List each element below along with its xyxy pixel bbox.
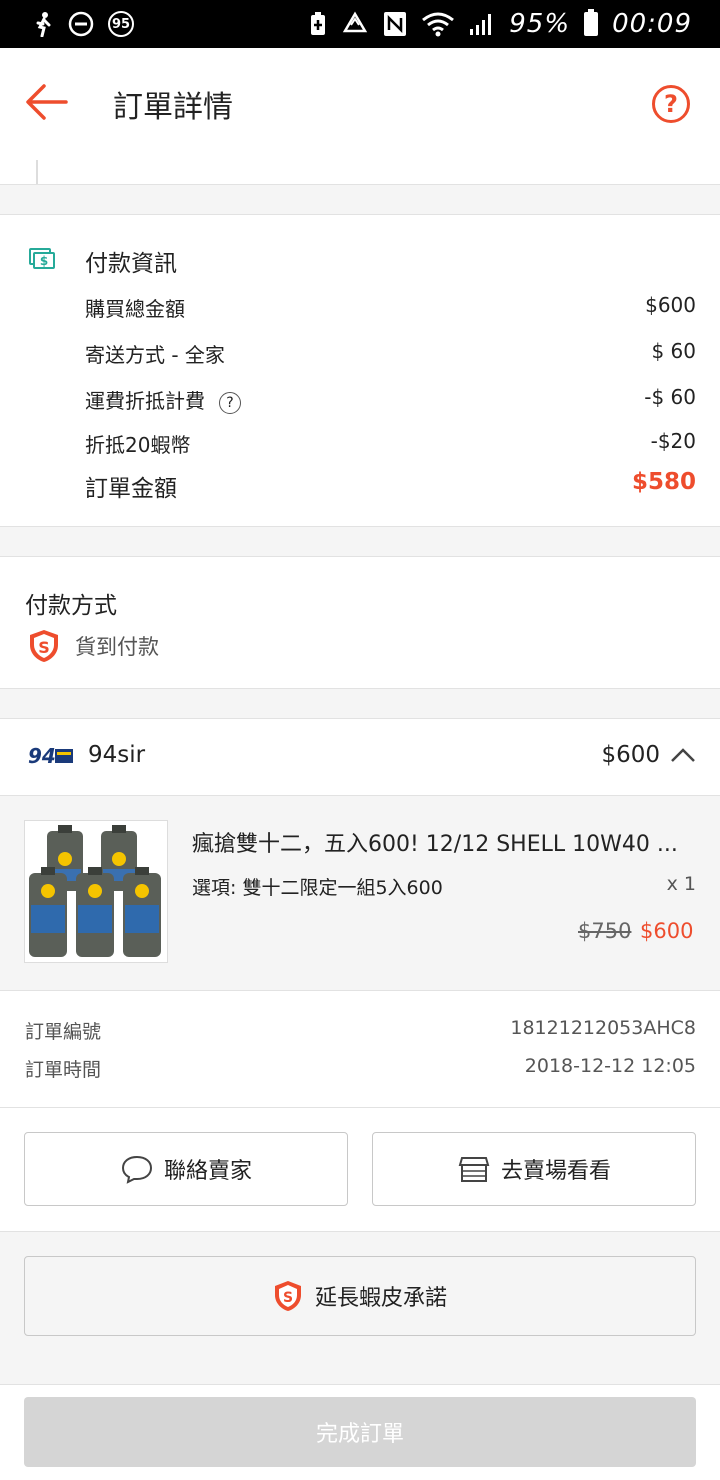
order-total-row: 訂單金額 $580 <box>85 469 696 503</box>
visit-shop-button[interactable]: 去賣場看看 <box>372 1132 696 1206</box>
battery-saver-icon <box>311 12 326 35</box>
payment-row: 購買總金額 $600 <box>85 293 696 322</box>
store-icon <box>458 1157 490 1182</box>
product-name[interactable]: 瘋搶雙十二，五入600! 12/12 SHELL 10W40 ... <box>192 826 697 858</box>
payment-row-value: $600 <box>645 293 696 317</box>
app-bar: 訂單詳情 ? <box>0 48 720 160</box>
payment-row-label: 運費折抵計費 <box>85 389 205 413</box>
product-item[interactable]: 瘋搶雙十二，五入600! 12/12 SHELL 10W40 ... 選項: 雙… <box>0 796 720 990</box>
timeline-line <box>36 160 38 184</box>
battery-percent: 95% <box>509 9 571 39</box>
chat-icon <box>121 1155 152 1184</box>
product-original-price: $750 <box>578 919 632 943</box>
minus-circle-icon <box>68 11 94 37</box>
payment-method-label: 貨到付款 <box>75 635 159 659</box>
action-buttons-section: 聯絡賣家 去賣場看看 <box>0 1108 720 1232</box>
payment-info-section: $ 付款資訊 購買總金額 $600 寄送方式 - 全家 $ 60 運費折抵計費?… <box>0 214 720 527</box>
payment-row-value: -$20 <box>650 429 696 453</box>
product-quantity: x 1 <box>666 873 696 895</box>
svg-text:S: S <box>38 638 50 657</box>
status-left: 95 <box>34 11 134 37</box>
payment-row-value: -$ 60 <box>644 385 696 409</box>
order-row-label: 訂單時間 <box>25 1059 102 1081</box>
order-row: 訂單時間 2018-12-12 12:05 <box>25 1055 696 1082</box>
payment-row: 折抵20蝦幣 -$20 <box>85 429 696 458</box>
payment-method-title: 付款方式 <box>25 593 117 619</box>
payment-row: 運費折抵計費? -$ 60 <box>85 385 696 414</box>
previous-section <box>0 160 720 185</box>
order-row: 訂單編號 18121212053AHC8 <box>25 1017 696 1044</box>
payment-row-label: 折抵20蝦幣 <box>85 433 191 457</box>
money-icon: $ <box>29 248 55 269</box>
order-info-section: 訂單編號 18121212053AHC8 訂單時間 2018-12-12 12:… <box>0 990 720 1108</box>
contact-seller-button[interactable]: 聯絡賣家 <box>24 1132 348 1206</box>
visit-shop-label: 去賣場看看 <box>500 1159 611 1184</box>
person-walking-icon <box>36 12 51 37</box>
shopee-guarantee-icon: S <box>274 1281 301 1311</box>
payment-row-label: 購買總金額 <box>85 297 185 321</box>
extend-guarantee-label: 延長蝦皮承諾 <box>314 1286 447 1311</box>
payment-row-label-wrap: 運費折抵計費? <box>85 385 241 414</box>
status-right: 95% 00:09 <box>309 9 692 39</box>
oil-bottles-image <box>25 821 167 962</box>
recycle-icon <box>343 11 368 33</box>
badge-95-icon: 95 <box>108 11 134 37</box>
bottom-bar: 完成訂單 <box>0 1384 720 1480</box>
extend-guarantee-button[interactable]: S 延長蝦皮承諾 <box>24 1256 696 1336</box>
payment-row-label: 寄送方式 - 全家 <box>85 343 225 367</box>
product-image[interactable] <box>24 820 168 963</box>
signal-icon <box>470 14 492 35</box>
payment-method-section: 付款方式 S 貨到付款 <box>0 556 720 689</box>
shop-header[interactable]: 94 94sir $600 <box>0 718 720 796</box>
battery-icon <box>584 9 599 36</box>
payment-row: 寄送方式 - 全家 $ 60 <box>85 339 696 368</box>
payment-info-title: 付款資訊 <box>85 251 177 277</box>
page-title: 訂單詳情 <box>113 90 233 125</box>
payment-row-value: $ 60 <box>651 339 696 363</box>
shipping-help-icon[interactable]: ? <box>219 391 241 414</box>
shop-logo-icon: 94 <box>28 745 73 767</box>
nfc-icon <box>384 12 407 36</box>
complete-order-button[interactable]: 完成訂單 <box>24 1397 696 1467</box>
chevron-up-icon[interactable] <box>670 747 696 763</box>
wifi-icon <box>422 12 455 37</box>
shop-subtotal: $600 <box>601 742 660 768</box>
order-total-label: 訂單金額 <box>85 476 177 502</box>
shop-name[interactable]: 94sir <box>88 742 145 768</box>
order-total-value: $580 <box>631 469 696 495</box>
contact-seller-label: 聯絡賣家 <box>163 1159 252 1184</box>
back-arrow-icon[interactable] <box>24 82 70 122</box>
svg-text:$: $ <box>40 254 48 268</box>
order-row-label: 訂單編號 <box>25 1021 102 1043</box>
order-row-value: 18121212053AHC8 <box>510 1017 696 1039</box>
product-price: $600 <box>640 919 694 943</box>
status-bar: 95 95% 00:09 <box>0 0 720 48</box>
shopee-guarantee-icon: S <box>30 630 58 662</box>
svg-text:S: S <box>283 1290 293 1306</box>
svg-text:94: 94 <box>28 745 56 767</box>
guarantee-section: S 延長蝦皮承諾 <box>0 1232 720 1384</box>
help-icon[interactable]: ? <box>652 85 690 123</box>
order-row-value: 2018-12-12 12:05 <box>524 1055 696 1077</box>
clock: 00:09 <box>612 9 692 39</box>
product-variant: 選項: 雙十二限定一組5入600 <box>192 877 443 899</box>
